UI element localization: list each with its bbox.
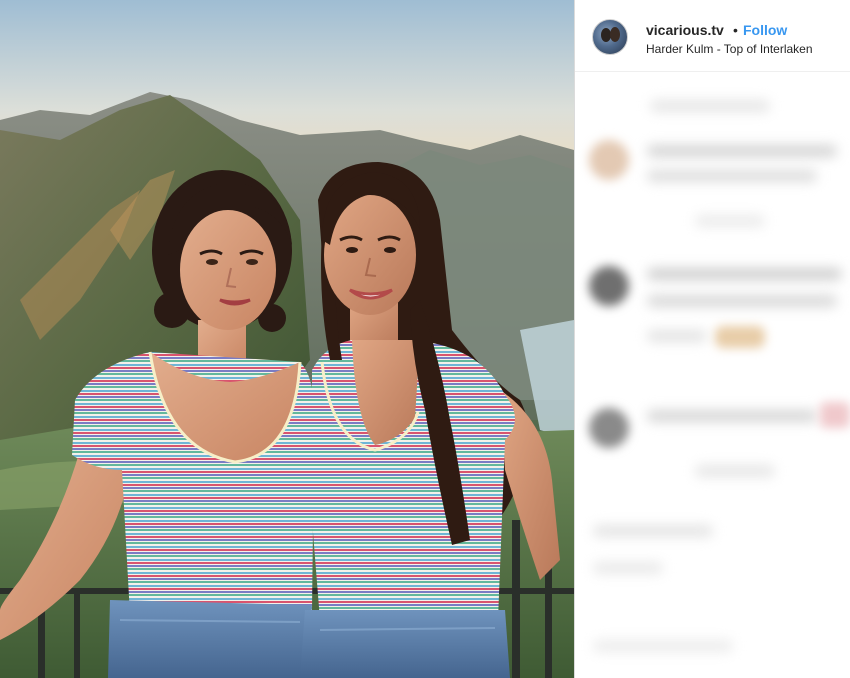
blurred-text (593, 562, 663, 574)
blurred-text (650, 100, 770, 112)
blurred-emoji (820, 402, 850, 428)
blurred-avatar (589, 266, 629, 306)
post-side-panel: vicarious.tv • Follow Harder Kulm - Top … (575, 0, 850, 678)
blurred-text (647, 330, 707, 342)
blurred-text (647, 170, 817, 182)
post-header: vicarious.tv • Follow Harder Kulm - Top … (575, 0, 850, 72)
avatar[interactable] (592, 19, 628, 55)
location-link[interactable]: Harder Kulm - Top of Interlaken (646, 42, 813, 56)
photo-illustration (0, 0, 574, 678)
blurred-text (647, 145, 837, 157)
blurred-text (647, 295, 837, 307)
separator-dot: • (733, 22, 738, 38)
blurred-avatar (589, 140, 629, 180)
blurred-text (593, 640, 733, 652)
blurred-text (695, 215, 765, 227)
blurred-emoji (715, 326, 765, 348)
blurred-text (647, 268, 842, 280)
post-photo[interactable] (0, 0, 574, 678)
blurred-avatar (589, 408, 629, 448)
blurred-text (593, 525, 713, 537)
blurred-text (695, 465, 775, 477)
username-link[interactable]: vicarious.tv (646, 22, 724, 38)
blurred-text (647, 410, 817, 422)
follow-button[interactable]: Follow (743, 22, 787, 38)
